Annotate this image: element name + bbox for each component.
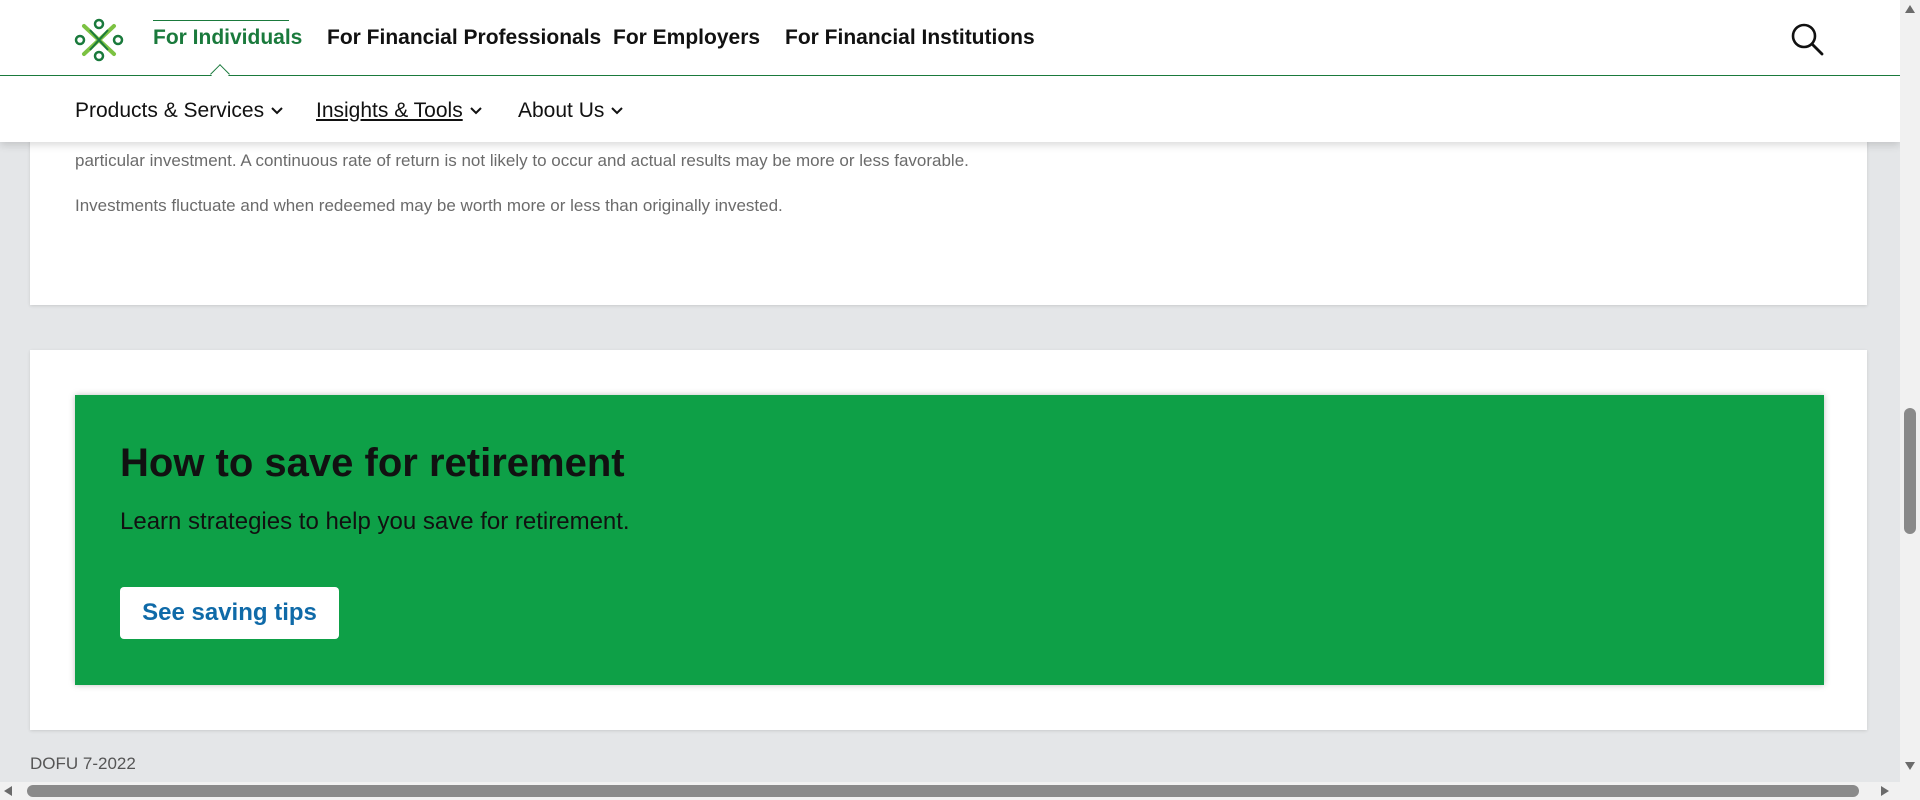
- promo-banner: How to save for retirement Learn strateg…: [75, 395, 1824, 685]
- nav-for-individuals[interactable]: For Individuals: [153, 26, 302, 50]
- chevron-down-icon: [469, 107, 482, 115]
- search-icon[interactable]: [1790, 22, 1824, 56]
- scroll-left-arrow-icon[interactable]: [4, 786, 12, 796]
- chevron-down-icon: [271, 107, 283, 115]
- vertical-scrollbar[interactable]: [1900, 0, 1920, 782]
- scrollbar-corner: [1900, 782, 1920, 800]
- horizontal-scrollbar[interactable]: [0, 782, 1900, 800]
- disclaimer-line-2: Investments fluctuate and when redeemed …: [75, 196, 783, 215]
- brand-logo-icon[interactable]: [74, 18, 124, 62]
- audience-nav: For Individuals For Financial Profession…: [0, 0, 1900, 76]
- horizontal-scroll-thumb[interactable]: [27, 785, 1859, 797]
- footer-document-code: DOFU 7-2022: [30, 754, 136, 773]
- disclaimer-line-1: particular investment. A continuous rate…: [75, 151, 969, 170]
- nav-for-financial-institutions[interactable]: For Financial Institutions: [785, 26, 1035, 50]
- scroll-up-arrow-icon[interactable]: [1905, 5, 1915, 13]
- menu-insights-tools[interactable]: Insights & Tools: [316, 99, 483, 123]
- see-saving-tips-button[interactable]: See saving tips: [120, 587, 339, 639]
- menu-about-us-label: About Us: [518, 99, 605, 122]
- section-nav: Products & Services Insights & Tools Abo…: [0, 77, 1900, 142]
- promo-subtitle: Learn strategies to help you save for re…: [120, 508, 630, 535]
- vertical-scroll-thumb[interactable]: [1904, 408, 1916, 534]
- site-header: For Individuals For Financial Profession…: [0, 0, 1900, 142]
- menu-insights-tools-label: Insights & Tools: [316, 99, 463, 122]
- scroll-down-arrow-icon[interactable]: [1905, 762, 1915, 770]
- menu-about-us[interactable]: About Us: [518, 99, 624, 123]
- scroll-right-arrow-icon[interactable]: [1881, 786, 1889, 796]
- menu-products-services-label: Products & Services: [75, 99, 265, 122]
- menu-products-services[interactable]: Products & Services: [75, 99, 284, 123]
- nav-for-financial-professionals[interactable]: For Financial Professionals: [327, 26, 601, 50]
- promo-title: How to save for retirement: [120, 441, 625, 485]
- nav-for-employers[interactable]: For Employers: [613, 26, 760, 50]
- chevron-down-icon: [611, 107, 624, 115]
- promo-card: How to save for retirement Learn strateg…: [30, 350, 1867, 730]
- active-tab-indicator: [153, 20, 289, 21]
